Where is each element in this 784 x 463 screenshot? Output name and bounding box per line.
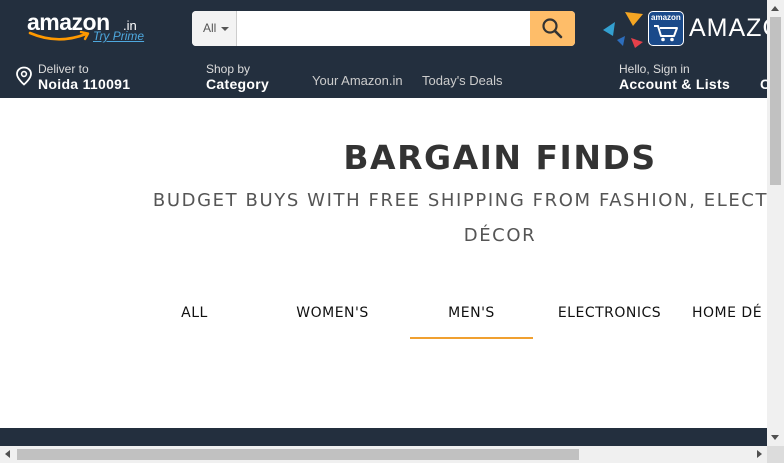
search-button[interactable] bbox=[530, 11, 575, 46]
vertical-scrollbar[interactable] bbox=[767, 0, 784, 446]
promo-text: AMAZO bbox=[689, 14, 767, 42]
vertical-scroll-thumb[interactable] bbox=[770, 17, 781, 185]
scroll-up-icon[interactable] bbox=[771, 6, 779, 11]
scroll-left-icon[interactable] bbox=[5, 450, 10, 458]
subtitle-line-2: DÉCOR bbox=[463, 225, 537, 246]
tab-mens[interactable]: MEN'S bbox=[410, 293, 533, 339]
subtitle-line-1: BUDGET BUYS WITH FREE SHIPPING FROM FASH… bbox=[152, 190, 767, 211]
caret-down-icon bbox=[221, 27, 229, 31]
amazon-logo[interactable]: amazon .in Try Prime bbox=[26, 9, 151, 49]
tab-electronics[interactable]: ELECTRONICS bbox=[548, 293, 671, 337]
scrollbar-corner bbox=[767, 446, 784, 463]
account-greeting: Hello, Sign in bbox=[619, 62, 690, 76]
page-title: BARGAIN FINDS bbox=[343, 138, 657, 177]
search-bar: All bbox=[192, 11, 575, 46]
header-bottom: Deliver to Noida 110091 Shop by Category… bbox=[0, 57, 767, 98]
search-input[interactable] bbox=[238, 11, 529, 46]
shop-by-label: Shop by bbox=[206, 62, 251, 76]
scroll-down-icon[interactable] bbox=[771, 435, 779, 440]
header-top: amazon .in Try Prime All amazon AMAZ bbox=[0, 0, 767, 57]
map-pin-icon bbox=[16, 66, 32, 86]
tab-home-decor[interactable]: HOME DÉ bbox=[692, 293, 767, 337]
horizontal-scrollbar[interactable] bbox=[0, 446, 767, 463]
footer-band bbox=[0, 428, 767, 446]
account-lists-menu[interactable]: Hello, Sign in Account & Lists bbox=[613, 57, 743, 98]
deliver-location: Noida 110091 bbox=[38, 76, 131, 92]
search-category-label: All bbox=[203, 21, 217, 35]
cut-off-nav-item[interactable]: C bbox=[760, 76, 767, 92]
deliver-to-label: Deliver to bbox=[38, 62, 89, 76]
account-lists-label: Account & Lists bbox=[619, 76, 731, 92]
page-subtitle: BUDGET BUYS WITH FREE SHIPPING FROM FASH… bbox=[0, 183, 767, 253]
shopping-cart-icon: amazon bbox=[648, 11, 684, 46]
tab-womens[interactable]: WOMEN'S bbox=[271, 293, 394, 337]
page-viewport: amazon .in Try Prime All amazon AMAZ Del… bbox=[0, 0, 767, 446]
search-category-dropdown[interactable]: All bbox=[192, 11, 237, 46]
scroll-right-icon[interactable] bbox=[757, 450, 762, 458]
todays-deals-link[interactable]: Today's Deals bbox=[422, 73, 503, 88]
your-amazon-link[interactable]: Your Amazon.in bbox=[312, 73, 403, 88]
shop-by-value: Category bbox=[206, 76, 270, 92]
horizontal-scroll-thumb[interactable] bbox=[17, 449, 579, 460]
search-icon bbox=[542, 18, 563, 39]
try-prime-link[interactable]: Try Prime bbox=[93, 29, 144, 43]
logo-smile-icon bbox=[28, 30, 90, 41]
app-promo-banner[interactable]: amazon AMAZO bbox=[603, 10, 767, 50]
promo-shapes-icon bbox=[603, 12, 643, 48]
promo-badge-label: amazon bbox=[651, 13, 681, 22]
deliver-to-widget[interactable]: Deliver to Noida 110091 bbox=[0, 57, 150, 98]
shop-by-category-menu[interactable]: Shop by Category bbox=[200, 57, 290, 98]
tab-all[interactable]: ALL bbox=[133, 293, 256, 337]
